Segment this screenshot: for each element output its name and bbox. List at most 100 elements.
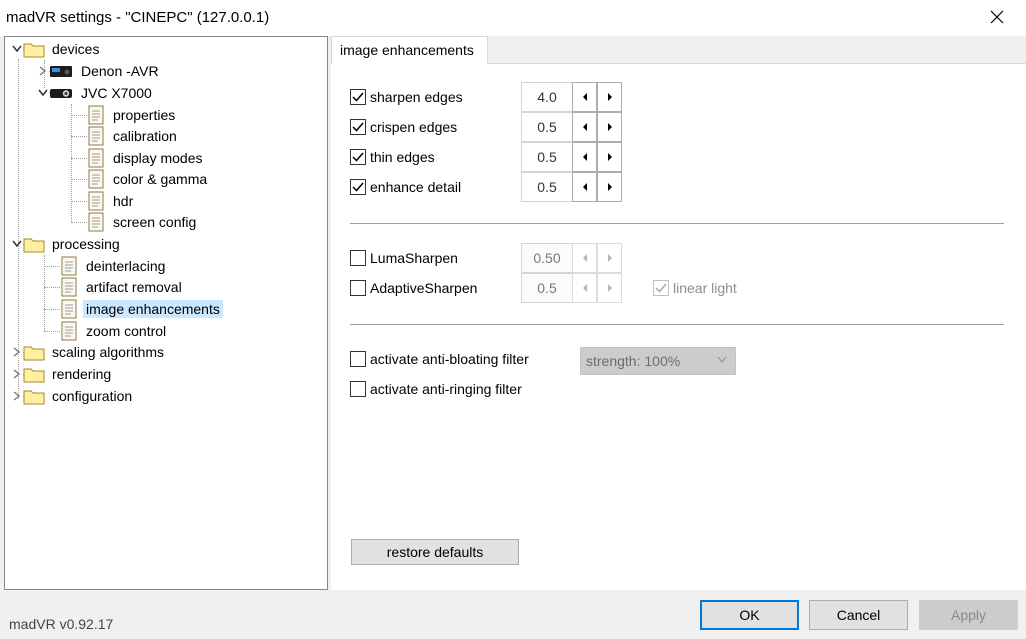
page-icon (88, 105, 104, 125)
sharpen-edges-decrement[interactable] (572, 82, 597, 112)
tree-item-label: screen config (113, 214, 197, 230)
arrow-left-icon (582, 153, 587, 161)
tree-item-zoom-control[interactable]: zoom control (60, 321, 169, 341)
ok-button[interactable]: OK (700, 600, 799, 630)
tree-item-deinterlacing[interactable]: deinterlacing (60, 256, 168, 276)
anti-ringing-option[interactable]: activate anti-ringing filter (350, 378, 522, 400)
settings-tree: devices Denon -AVR JVC X7000 properties … (4, 36, 328, 590)
tree-item-configuration[interactable]: configuration (11, 386, 135, 406)
adaptivesharpen-option[interactable]: AdaptiveSharpen (350, 277, 477, 299)
tree-connector (71, 201, 87, 202)
tree-item-calibration[interactable]: calibration (87, 126, 180, 146)
arrow-left-icon (582, 183, 587, 191)
chevron-right-icon[interactable] (37, 61, 49, 81)
version-label: madVR v0.92.17 (9, 616, 114, 632)
thin-edges-option[interactable]: thin edges (350, 146, 435, 168)
tree-item-image-enhancements[interactable]: image enhancements (60, 299, 223, 319)
chevron-down-icon (717, 356, 727, 364)
chevron-right-icon[interactable] (11, 364, 23, 384)
crispen-edges-option[interactable]: crispen edges (350, 116, 457, 138)
tree-item-display-modes[interactable]: display modes (87, 148, 206, 168)
separator (350, 223, 1004, 224)
page-icon (88, 148, 104, 168)
tree-item-color-gamma[interactable]: color & gamma (87, 169, 210, 189)
lumasharpen-option[interactable]: LumaSharpen (350, 247, 458, 269)
tree-item-label: devices (52, 41, 100, 57)
chevron-down-icon[interactable] (11, 234, 23, 254)
tree-item-scaling-algorithms[interactable]: scaling algorithms (11, 342, 167, 362)
tab-image-enhancements[interactable]: image enhancements (331, 36, 488, 64)
chevron-right-icon[interactable] (11, 342, 23, 362)
close-button[interactable] (974, 0, 1020, 34)
arrow-left-icon (582, 93, 587, 101)
enhance-detail-value[interactable]: 0.5 (521, 172, 573, 202)
chevron-down-icon[interactable] (11, 39, 23, 59)
tree-item-label: hdr (113, 193, 134, 209)
tree-item-label: deinterlacing (86, 258, 166, 274)
page-icon (61, 299, 77, 319)
tree-item-label: rendering (52, 366, 112, 382)
tree-item-screen-config[interactable]: screen config (87, 212, 199, 232)
tree-connector (44, 331, 60, 332)
thin-edges-decrement[interactable] (572, 142, 597, 172)
lumasharpen-increment (597, 243, 622, 273)
tree-item-jvc[interactable]: JVC X7000 (37, 83, 155, 103)
anti-ringing-checkbox[interactable] (350, 381, 366, 397)
sharpen-edges-checkbox[interactable] (350, 89, 366, 105)
tree-connector (71, 222, 87, 223)
thin-edges-value[interactable]: 0.5 (521, 142, 573, 172)
sharpen-edges-option[interactable]: sharpen edges (350, 86, 463, 108)
folder-icon (23, 346, 45, 360)
thin-edges-increment[interactable] (597, 142, 622, 172)
crispen-edges-decrement[interactable] (572, 112, 597, 142)
tree-item-label: configuration (52, 388, 133, 404)
settings-panel: sharpen edges 4.0 crispen edges 0.5 thin… (331, 63, 1026, 590)
tree-item-properties[interactable]: properties (87, 105, 178, 125)
folder-icon (23, 368, 45, 382)
projector-icon (50, 89, 72, 98)
enhance-detail-decrement[interactable] (572, 172, 597, 202)
tree-item-hdr[interactable]: hdr (87, 191, 136, 211)
tree-item-label: zoom control (86, 323, 167, 339)
enhance-detail-increment[interactable] (597, 172, 622, 202)
tree-item-rendering[interactable]: rendering (11, 364, 114, 384)
folder-icon (23, 390, 45, 404)
tree-item-denon[interactable]: Denon -AVR (37, 61, 162, 81)
adaptivesharpen-checkbox[interactable] (350, 280, 366, 296)
close-icon (990, 10, 1004, 24)
chevron-right-icon[interactable] (11, 386, 23, 406)
arrow-right-icon (607, 93, 612, 101)
lumasharpen-label: LumaSharpen (370, 250, 458, 266)
tree-item-label: display modes (113, 150, 203, 166)
tree-item-label: scaling algorithms (52, 344, 165, 360)
strength-dropdown: strength: 100% (580, 347, 736, 375)
tree-item-devices[interactable]: devices (11, 39, 102, 59)
sharpen-edges-increment[interactable] (597, 82, 622, 112)
arrow-left-icon (582, 123, 587, 131)
tree-item-processing[interactable]: processing (11, 234, 123, 254)
strength-value: strength: 100% (586, 353, 681, 369)
restore-defaults-button[interactable]: restore defaults (351, 539, 519, 565)
page-icon (88, 126, 104, 146)
enhance-detail-checkbox[interactable] (350, 179, 366, 195)
arrow-right-icon (607, 123, 612, 131)
arrow-left-icon (582, 284, 587, 292)
page-icon (61, 277, 77, 297)
sharpen-edges-value[interactable]: 4.0 (521, 82, 573, 112)
chevron-down-icon[interactable] (37, 83, 49, 103)
crispen-edges-increment[interactable] (597, 112, 622, 142)
cancel-button[interactable]: Cancel (809, 600, 908, 630)
crispen-edges-value[interactable]: 0.5 (521, 112, 573, 142)
arrow-right-icon (607, 183, 612, 191)
anti-bloating-option[interactable]: activate anti-bloating filter (350, 348, 529, 370)
thin-edges-checkbox[interactable] (350, 149, 366, 165)
tree-item-label: color & gamma (113, 171, 208, 187)
crispen-edges-checkbox[interactable] (350, 119, 366, 135)
linear-light-label: linear light (673, 280, 737, 296)
lumasharpen-checkbox[interactable] (350, 250, 366, 266)
lumasharpen-decrement (572, 243, 597, 273)
enhance-detail-option[interactable]: enhance detail (350, 176, 461, 198)
tree-item-artifact-removal[interactable]: artifact removal (60, 277, 185, 297)
adaptivesharpen-label: AdaptiveSharpen (370, 280, 478, 296)
anti-bloating-checkbox[interactable] (350, 351, 366, 367)
